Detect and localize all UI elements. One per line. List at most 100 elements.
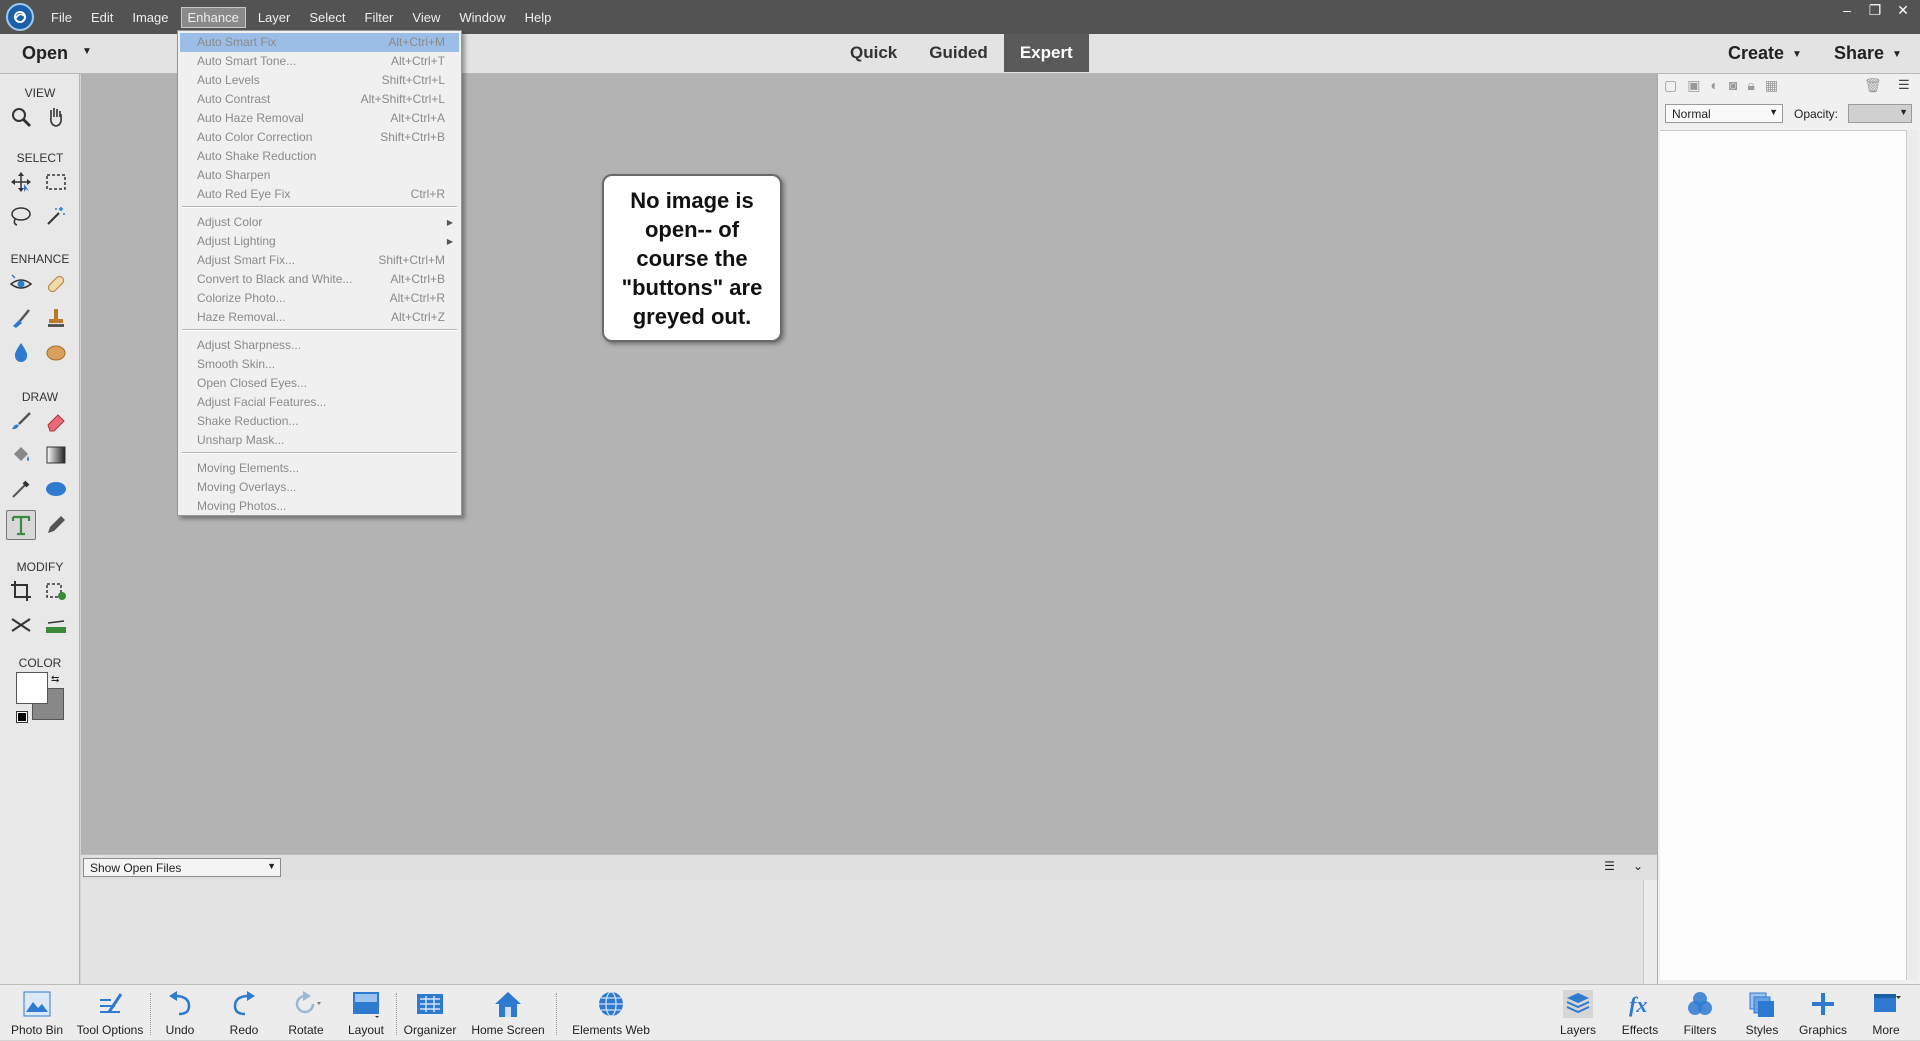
swap-colors-icon[interactable]: ⇆: [51, 674, 59, 685]
brush-tool-icon[interactable]: [6, 406, 36, 436]
menu-item[interactable]: Colorize Photo... Alt+Ctrl+R: [180, 289, 459, 308]
menu-item[interactable]: Auto Red Eye Fix Ctrl+R: [180, 185, 459, 204]
menu-item[interactable]: Open Closed Eyes...: [180, 374, 459, 393]
menu-item[interactable]: Adjust Color ▶: [180, 213, 459, 232]
clone-stamp-tool-icon[interactable]: [41, 303, 71, 333]
menu-item[interactable]: Adjust Sharpness...: [180, 336, 459, 355]
menu-layer[interactable]: Layer: [251, 7, 298, 28]
organizer-button[interactable]: Organizer: [400, 985, 460, 1041]
menu-item[interactable]: Auto Levels Shift+Ctrl+L: [180, 71, 459, 90]
menu-item[interactable]: Moving Photos...: [180, 497, 459, 516]
menu-item[interactable]: Shake Reduction...: [180, 412, 459, 431]
content-aware-move-tool-icon[interactable]: [6, 610, 36, 640]
foreground-color-swatch[interactable]: [16, 672, 48, 704]
marquee-tool-icon[interactable]: [41, 167, 71, 197]
magic-wand-tool-icon[interactable]: [41, 201, 71, 231]
adjustment-layer-icon[interactable]: ◐: [1710, 77, 1718, 94]
rotate-button[interactable]: Rotate: [284, 985, 328, 1041]
menu-view[interactable]: View: [405, 7, 447, 28]
app-logo-icon[interactable]: [6, 3, 34, 31]
filters-button[interactable]: Filters: [1678, 985, 1722, 1041]
pencil-tool-icon[interactable]: [41, 510, 71, 540]
sponge-tool-icon[interactable]: [41, 337, 71, 367]
undo-button[interactable]: Undo: [160, 985, 200, 1041]
menu-item[interactable]: Adjust Facial Features...: [180, 393, 459, 412]
home-screen-button[interactable]: Home Screen: [468, 985, 548, 1041]
lock-transparency-icon[interactable]: ▦: [1765, 77, 1778, 94]
graphics-button[interactable]: Graphics: [1798, 985, 1848, 1041]
hand-tool-icon[interactable]: [41, 102, 71, 132]
eyedropper-tool-icon[interactable]: [6, 474, 36, 504]
blend-mode-select[interactable]: Normal ▼: [1665, 104, 1783, 123]
menu-window[interactable]: Window: [452, 7, 512, 28]
new-layer-icon[interactable]: ▢: [1664, 77, 1677, 94]
lasso-tool-icon[interactable]: [6, 201, 36, 231]
layout-button[interactable]: Layout: [344, 985, 388, 1041]
tab-guided[interactable]: Guided: [913, 34, 1004, 72]
menu-edit[interactable]: Edit: [84, 7, 120, 28]
menu-item[interactable]: Auto Haze Removal Alt+Ctrl+A: [180, 109, 459, 128]
menu-filter[interactable]: Filter: [358, 7, 401, 28]
close-icon[interactable]: ✕: [1894, 2, 1912, 19]
menu-image[interactable]: Image: [125, 7, 175, 28]
menu-item[interactable]: Adjust Smart Fix... Shift+Ctrl+M: [180, 251, 459, 270]
layers-button[interactable]: Layers: [1556, 985, 1600, 1041]
menu-item[interactable]: Unsharp Mask...: [180, 431, 459, 450]
menu-item[interactable]: Auto Smart Fix Alt+Ctrl+M: [180, 33, 459, 52]
share-button[interactable]: Share ▼: [1834, 43, 1902, 64]
crop-tool-icon[interactable]: [6, 576, 36, 606]
zoom-tool-icon[interactable]: [6, 102, 36, 132]
menu-item[interactable]: Auto Smart Tone... Alt+Ctrl+T: [180, 52, 459, 71]
tool-options-button[interactable]: Tool Options: [72, 985, 148, 1041]
styles-button[interactable]: Styles: [1740, 985, 1784, 1041]
menu-file[interactable]: File: [44, 7, 79, 28]
panel-menu-icon[interactable]: ☰: [1898, 77, 1910, 93]
menu-item[interactable]: Moving Overlays...: [180, 478, 459, 497]
menu-item[interactable]: Smooth Skin...: [180, 355, 459, 374]
shape-tool-icon[interactable]: [41, 474, 71, 504]
trash-icon[interactable]: 🗑︎: [1864, 77, 1882, 94]
minimize-icon[interactable]: –: [1838, 2, 1856, 18]
open-dropdown-icon[interactable]: ▼: [82, 46, 92, 57]
menu-item[interactable]: Moving Elements...: [180, 459, 459, 478]
menu-help[interactable]: Help: [518, 7, 559, 28]
more-button[interactable]: More: [1864, 985, 1908, 1041]
menu-item[interactable]: Auto Shake Reduction: [180, 147, 459, 166]
new-group-icon[interactable]: ▣: [1687, 77, 1700, 94]
tab-expert[interactable]: Expert: [1003, 34, 1089, 72]
collapse-chevron-icon[interactable]: ⌄: [1633, 859, 1643, 873]
move-tool-icon[interactable]: [6, 167, 36, 197]
opacity-field[interactable]: ▼: [1848, 104, 1912, 123]
straighten-tool-icon[interactable]: [41, 610, 71, 640]
recompose-tool-icon[interactable]: [41, 576, 71, 606]
gradient-tool-icon[interactable]: [41, 440, 71, 470]
restore-icon[interactable]: ❐: [1866, 2, 1884, 19]
menu-item[interactable]: Auto Sharpen: [180, 166, 459, 185]
open-button[interactable]: Open: [22, 43, 68, 64]
show-open-files-select[interactable]: Show Open Files ▼: [83, 858, 281, 877]
paint-bucket-tool-icon[interactable]: [6, 440, 36, 470]
spot-healing-tool-icon[interactable]: [41, 269, 71, 299]
bin-menu-icon[interactable]: ☰: [1604, 859, 1615, 873]
menu-item[interactable]: Adjust Lighting ▶: [180, 232, 459, 251]
smart-brush-tool-icon[interactable]: [6, 303, 36, 333]
default-colors-icon[interactable]: [16, 711, 28, 723]
menu-item[interactable]: Convert to Black and White... Alt+Ctrl+B: [180, 270, 459, 289]
create-button[interactable]: Create ▼: [1728, 43, 1802, 64]
redo-button[interactable]: Redo: [224, 985, 264, 1041]
menu-item[interactable]: Auto Color Correction Shift+Ctrl+B: [180, 128, 459, 147]
lock-all-icon[interactable]: 🔒︎: [1747, 77, 1754, 94]
blur-tool-icon[interactable]: [6, 337, 36, 367]
red-eye-tool-icon[interactable]: [6, 269, 36, 299]
elements-web-button[interactable]: Elements Web: [566, 985, 656, 1041]
menu-item[interactable]: Haze Removal... Alt+Ctrl+Z: [180, 308, 459, 327]
menu-enhance[interactable]: Enhance: [180, 6, 246, 28]
eraser-tool-icon[interactable]: [41, 406, 71, 436]
menu-item[interactable]: Auto Contrast Alt+Shift+Ctrl+L: [180, 90, 459, 109]
tab-quick[interactable]: Quick: [834, 34, 913, 72]
effects-button[interactable]: fx Effects: [1618, 985, 1662, 1041]
layers-scrollbar[interactable]: [1906, 130, 1918, 980]
bin-scrollbar[interactable]: [1643, 880, 1657, 984]
photo-bin-button[interactable]: Photo Bin: [6, 985, 68, 1041]
layer-mask-icon[interactable]: ◙: [1729, 77, 1737, 94]
